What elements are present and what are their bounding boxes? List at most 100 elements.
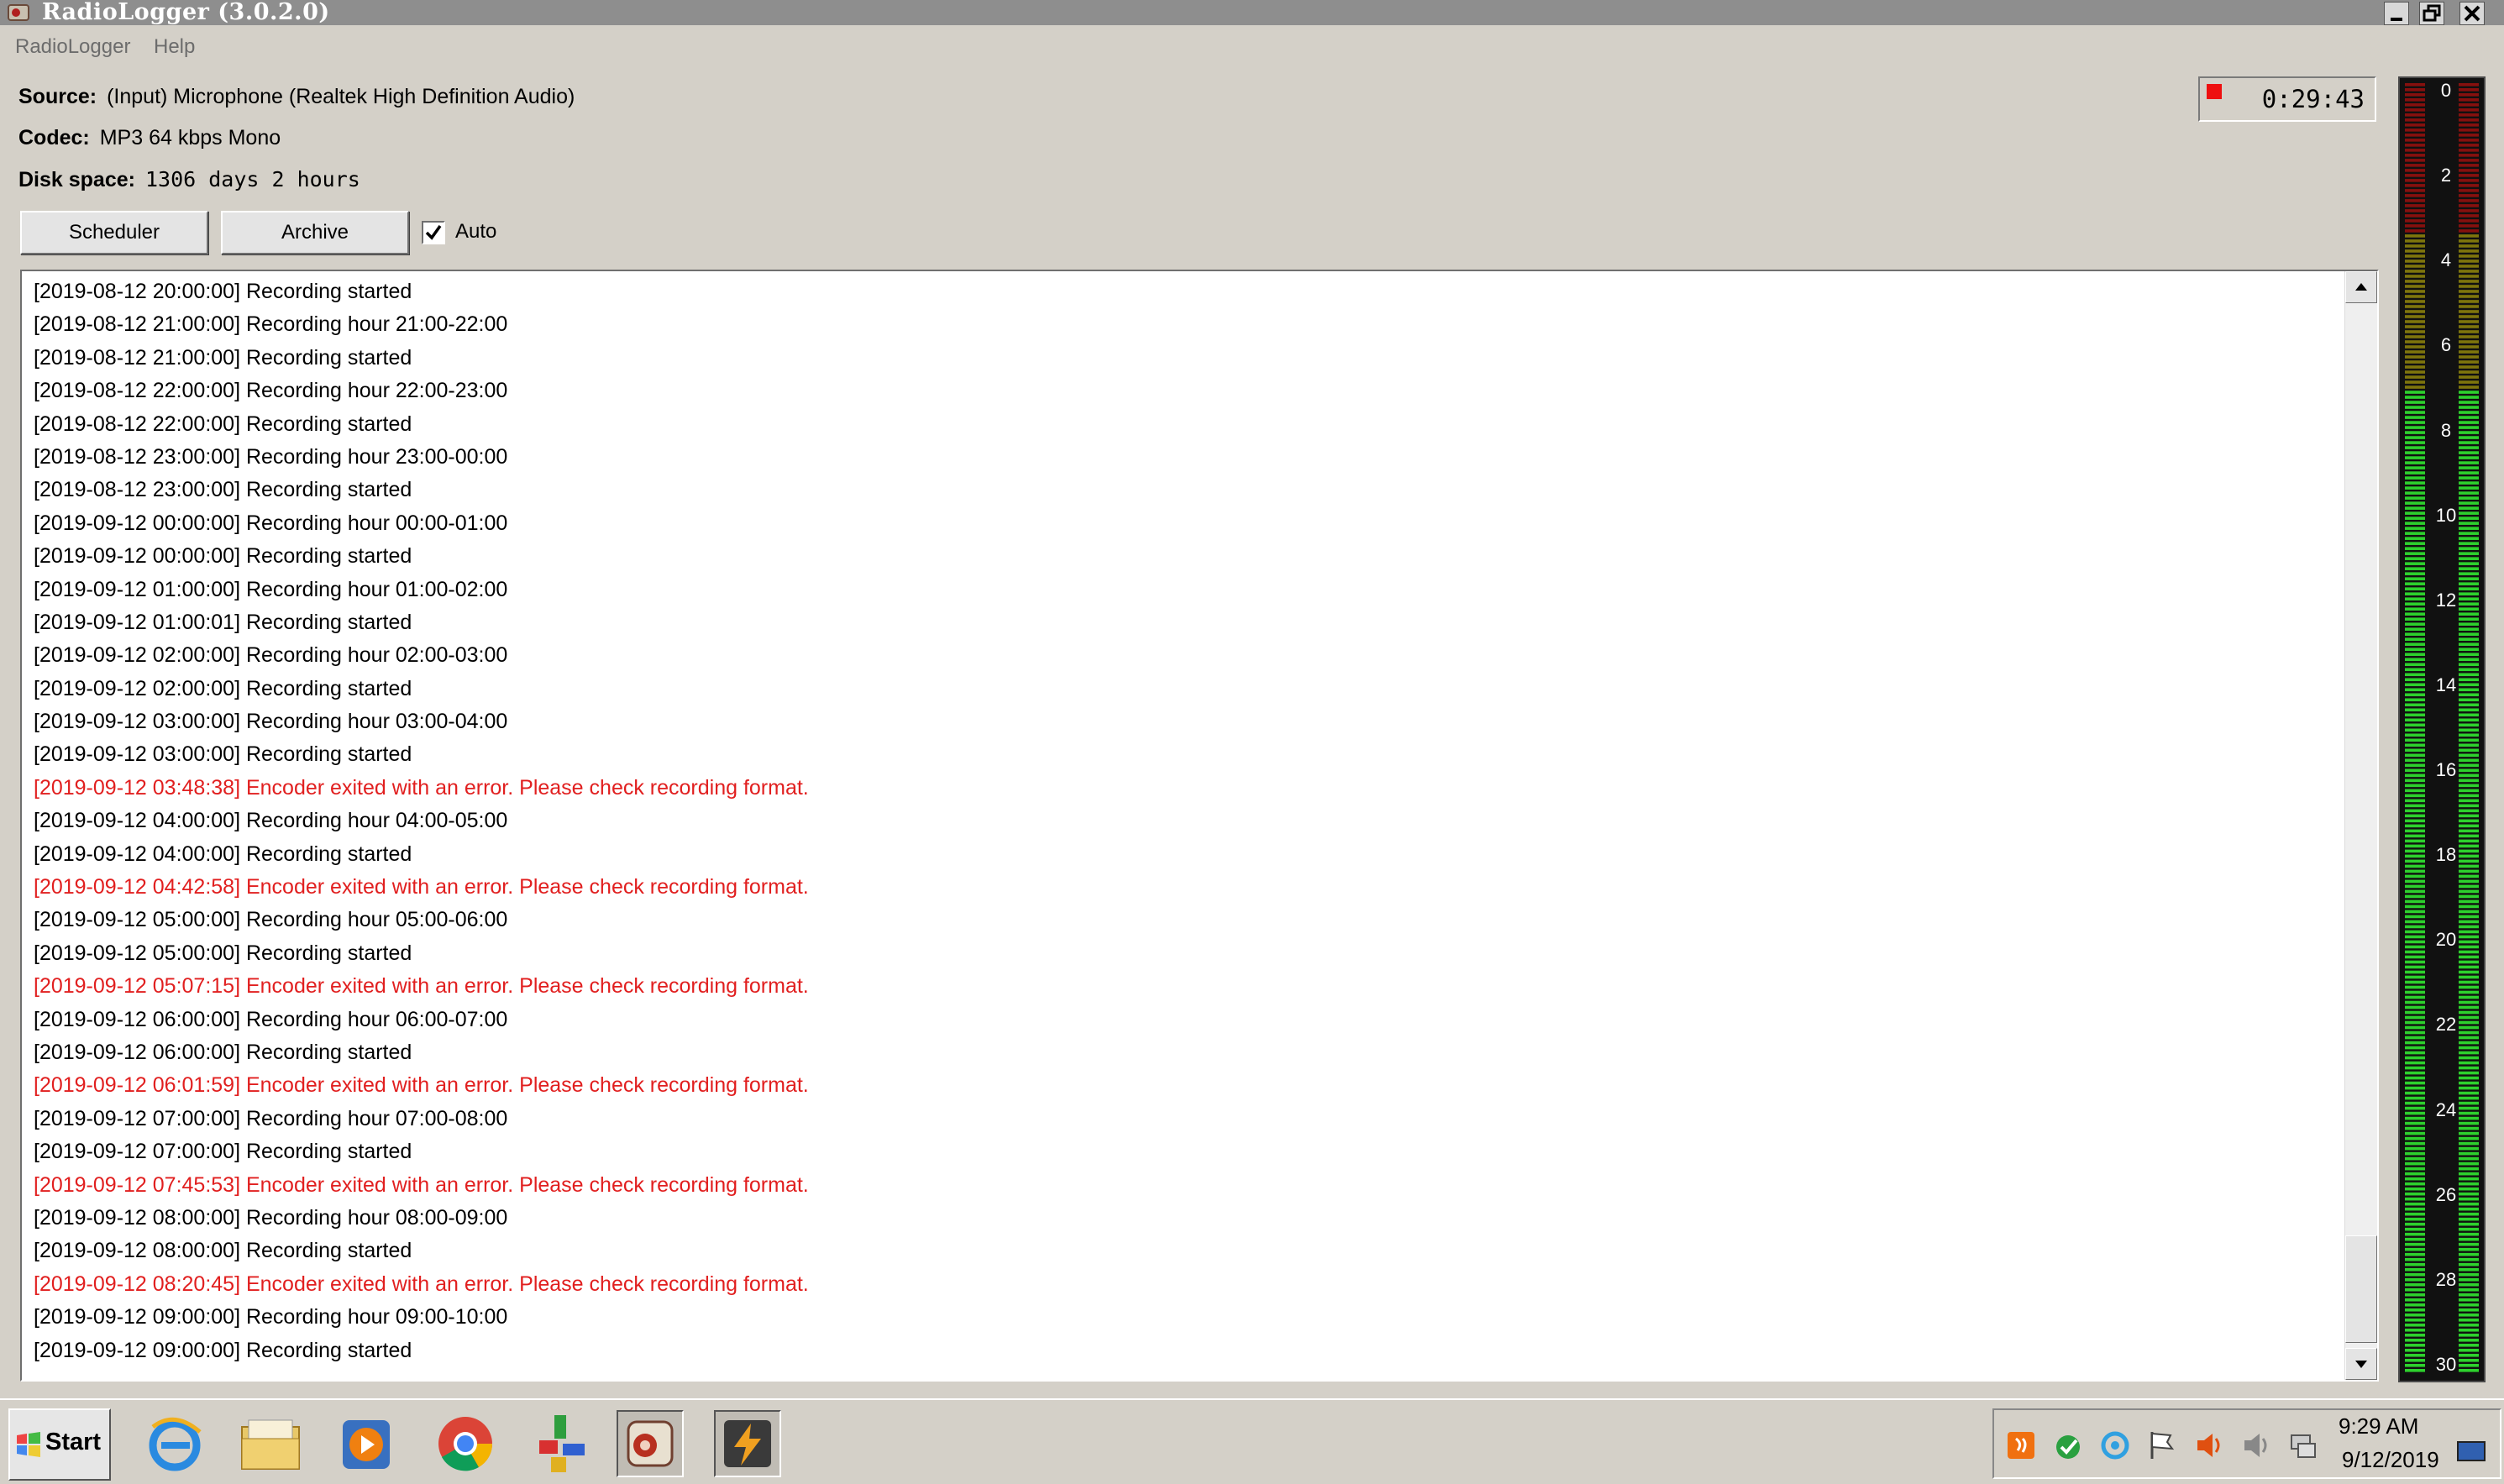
meter-segment — [2405, 572, 2425, 575]
auto-label[interactable]: Auto — [455, 220, 496, 244]
scheduler-button[interactable]: Scheduler — [20, 211, 208, 254]
file-explorer-icon[interactable] — [237, 1410, 304, 1477]
meter-segment — [2459, 557, 2479, 560]
meter-segment — [2459, 859, 2479, 863]
meter-segment — [2459, 365, 2479, 369]
meter-segment — [2405, 1046, 2425, 1050]
security-icon[interactable] — [2098, 1429, 2132, 1462]
winamp-icon[interactable] — [714, 1410, 781, 1477]
media-player-icon[interactable] — [334, 1410, 402, 1477]
internet-explorer-icon[interactable] — [141, 1410, 208, 1477]
meter-segment — [2405, 385, 2425, 389]
meter-segment — [2459, 527, 2479, 530]
meter-segment — [2405, 1136, 2425, 1141]
meter-segment — [2405, 1293, 2425, 1297]
chrome-icon[interactable] — [432, 1410, 499, 1477]
meter-segment — [2405, 794, 2425, 798]
meter-segment — [2459, 446, 2479, 449]
meter-segment — [2405, 1156, 2425, 1161]
volume-2-icon[interactable] — [2239, 1429, 2273, 1462]
meter-segment — [2405, 1010, 2425, 1015]
log-line: [2019-09-12 03:00:00] Recording hour 03:… — [34, 710, 508, 734]
scroll-up-button[interactable] — [2345, 271, 2377, 303]
log-line: [2019-08-12 21:00:00] Recording hour 21:… — [34, 312, 508, 337]
meter-segment — [2459, 537, 2479, 540]
meter-segment — [2459, 1252, 2479, 1256]
network-icon[interactable] — [2286, 1429, 2320, 1462]
meter-segment — [2459, 1333, 2479, 1337]
windows-logo-icon — [17, 1432, 40, 1457]
minimize-button[interactable] — [2384, 2, 2409, 25]
log-panel[interactable]: [2019-08-12 20:00:00] Recording started [… — [20, 270, 2379, 1382]
meter-segment — [2405, 602, 2425, 606]
meter-segment — [2405, 1262, 2425, 1266]
volume-icon[interactable] — [2192, 1429, 2226, 1462]
meter-segment — [2405, 683, 2425, 687]
meter-segment — [2459, 244, 2479, 248]
codec-row: Codec: MP3 64 kbps Mono — [18, 126, 281, 150]
title-bar[interactable]: RadioLogger (3.0.2.0) — [0, 0, 2504, 25]
meter-segment — [2459, 139, 2479, 142]
meter-segment — [2459, 254, 2479, 258]
meter-segment — [2459, 894, 2479, 899]
meter-segment — [2405, 1282, 2425, 1287]
scroll-down-button[interactable] — [2345, 1348, 2377, 1380]
meter-scale-label: 12 — [2435, 589, 2457, 611]
meter-segment — [2459, 375, 2479, 379]
meter-segment — [2459, 547, 2479, 550]
meter-segment — [2405, 753, 2425, 758]
meter-segment — [2405, 552, 2425, 555]
meter-segment — [2405, 431, 2425, 434]
meter-segment — [2405, 174, 2425, 177]
archive-button[interactable]: Archive — [221, 211, 409, 254]
menu-radiologger[interactable]: RadioLogger — [15, 35, 130, 59]
meter-segment — [2405, 270, 2425, 273]
meter-segment — [2405, 1121, 2425, 1125]
close-button[interactable] — [2459, 2, 2485, 25]
start-button[interactable]: Start — [8, 1408, 111, 1481]
meter-segment — [2405, 1343, 2425, 1347]
log-line: [2019-09-12 00:00:00] Recording started — [34, 544, 412, 569]
meter-segment — [2459, 637, 2479, 642]
meter-segment — [2405, 648, 2425, 652]
meter-segment — [2405, 330, 2425, 333]
meter-segment — [2405, 375, 2425, 379]
meter-segment — [2405, 491, 2425, 495]
meter-segment — [2459, 1313, 2479, 1317]
log-scrollbar[interactable] — [2344, 271, 2377, 1380]
meter-segment — [2459, 199, 2479, 202]
meter-segment — [2459, 1167, 2479, 1171]
meter-segment — [2405, 1192, 2425, 1196]
taskbar: Start 9:29 AM 9/12/2019 — [0, 1398, 2504, 1484]
java-icon[interactable] — [2004, 1429, 2038, 1462]
meter-segment — [2459, 713, 2479, 717]
log-error-line: [2019-09-12 08:20:45] Encoder exited wit… — [34, 1272, 809, 1296]
meter-segment — [2459, 673, 2479, 677]
meter-segment — [2405, 834, 2425, 838]
auto-checkbox[interactable] — [422, 221, 445, 244]
restore-button[interactable] — [2419, 2, 2444, 25]
meter-segment — [2405, 260, 2425, 263]
meter-segment — [2459, 733, 2479, 737]
menu-help[interactable]: Help — [154, 35, 195, 59]
meter-segment — [2405, 1162, 2425, 1166]
meter-segment — [2459, 1146, 2479, 1151]
action-center-flag-icon[interactable] — [2145, 1429, 2179, 1462]
network-app-icon[interactable] — [529, 1410, 596, 1477]
meter-segment — [2459, 436, 2479, 439]
clock-time[interactable]: 9:29 AM — [2339, 1413, 2418, 1439]
sync-icon[interactable] — [2051, 1429, 2085, 1462]
clock-date[interactable]: 9/12/2019 — [2342, 1447, 2439, 1473]
log-line: [2019-09-12 01:00:01] Recording started — [34, 610, 412, 634]
meter-segment — [2459, 1116, 2479, 1120]
meter-segment — [2459, 411, 2479, 414]
meter-scale-label: 6 — [2435, 334, 2457, 357]
meter-segment — [2405, 1076, 2425, 1080]
show-desktop-icon[interactable] — [2456, 1439, 2486, 1464]
meter-segment — [2459, 1136, 2479, 1141]
meter-segment — [2405, 592, 2425, 595]
meter-segment — [2459, 577, 2479, 580]
radiologger-app-icon[interactable] — [617, 1410, 684, 1477]
meter-segment — [2459, 743, 2479, 747]
scroll-thumb[interactable] — [2345, 1235, 2377, 1343]
